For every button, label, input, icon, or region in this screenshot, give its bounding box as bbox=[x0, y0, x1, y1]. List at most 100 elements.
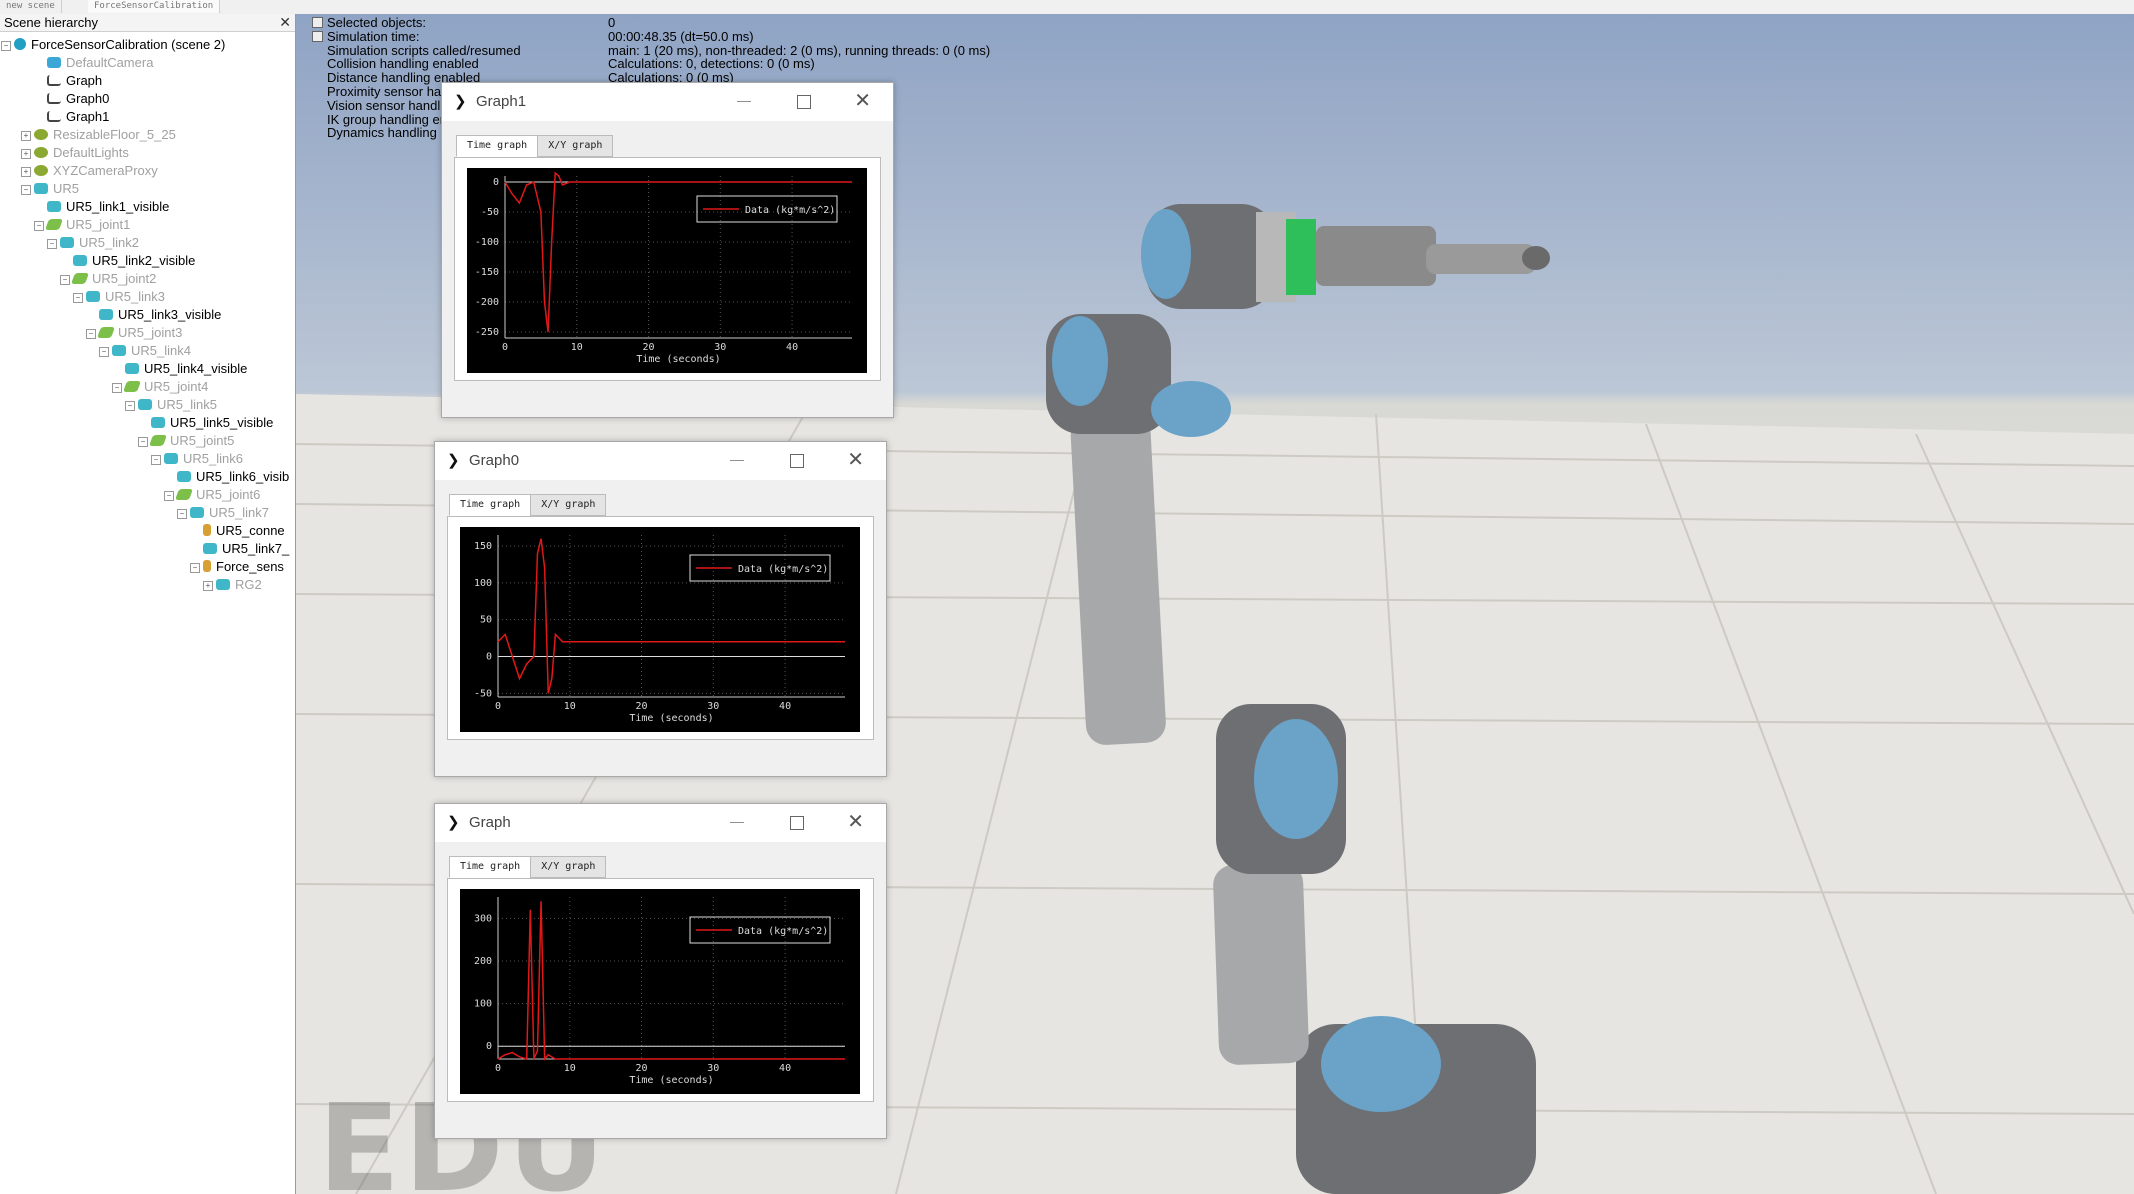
tree-item[interactable]: DefaultCamera bbox=[47, 54, 153, 72]
expand-toggle-icon[interactable]: − bbox=[1, 41, 11, 51]
scene-tabs: new scene ForceSensorCalibration bbox=[0, 0, 2134, 15]
tab-forcesensorcalibration[interactable]: ForceSensorCalibration bbox=[88, 0, 221, 13]
tree-item[interactable]: UR5_link5 bbox=[138, 396, 217, 414]
tree-item[interactable]: UR5_joint3 bbox=[96, 324, 182, 342]
tree-item-label: UR5_link7_ bbox=[222, 541, 290, 556]
expand-toggle-icon[interactable]: − bbox=[125, 401, 135, 411]
tree-item[interactable]: UR5_link6_visib bbox=[177, 468, 289, 486]
tree-item[interactable]: Graph bbox=[47, 72, 102, 90]
expand-toggle-icon[interactable]: − bbox=[190, 563, 200, 573]
expand-toggle-icon[interactable]: + bbox=[21, 149, 31, 159]
tree-item-label: UR5_link6_visib bbox=[196, 469, 290, 484]
tree-item[interactable]: XYZCameraProxy bbox=[34, 162, 158, 180]
tree-item[interactable]: Force_sens bbox=[203, 558, 284, 576]
x-tick-label: 10 bbox=[564, 701, 576, 712]
tree-item[interactable]: UR5_link3 bbox=[86, 288, 165, 306]
tree-item[interactable]: UR5 bbox=[34, 180, 79, 198]
expand-toggle-icon[interactable]: − bbox=[151, 455, 161, 465]
expand-toggle-icon[interactable]: + bbox=[21, 131, 31, 141]
series-line bbox=[504, 171, 852, 333]
expand-toggle-icon[interactable]: − bbox=[47, 239, 57, 249]
shape-icon bbox=[60, 237, 74, 248]
tree-item[interactable]: UR5_joint4 bbox=[122, 378, 209, 396]
expand-toggle-icon[interactable]: − bbox=[138, 437, 148, 447]
tree-item[interactable]: ResizableFloor_5_25 bbox=[34, 126, 176, 144]
x-tick-label: 30 bbox=[707, 1063, 719, 1074]
minimize-icon[interactable]: — bbox=[737, 92, 751, 108]
graph1-window[interactable]: ❯ Graph1 — ✕ Time graph X/Y graph 0 10 20 30… bbox=[441, 82, 894, 418]
tree-item-label: UR5_link4 bbox=[131, 343, 191, 358]
expand-toggle-icon[interactable]: + bbox=[21, 167, 31, 177]
tree-item[interactable]: UR5_link7 bbox=[190, 504, 269, 522]
expand-toggle-icon[interactable]: − bbox=[177, 509, 187, 519]
shape-icon bbox=[47, 201, 61, 212]
graph-window[interactable]: ❯ Graph — ✕ Time graph X/Y graph 0 10 20 30 4… bbox=[434, 803, 887, 1139]
tree-item[interactable]: UR5_joint5 bbox=[148, 432, 234, 450]
tree-item[interactable]: DefaultLights bbox=[34, 144, 129, 162]
tree-item[interactable]: UR5_link5_visible bbox=[151, 414, 273, 432]
plot-area[interactable]: 0 10 20 30 40 0 -50 -100 -150 -200 -250 Time (secon… bbox=[467, 168, 867, 373]
shape-icon bbox=[177, 471, 191, 482]
tree-item[interactable]: UR5_link1_visible bbox=[47, 198, 169, 216]
plot-area[interactable]: 0 10 20 30 40 150 100 50 0 -50 Time (seconds) Data … bbox=[460, 527, 860, 732]
tab-time-graph[interactable]: Time graph bbox=[449, 856, 532, 878]
tree-item-label: Graph0 bbox=[66, 91, 110, 106]
maximize-icon[interactable] bbox=[797, 95, 811, 109]
tab-time-graph[interactable]: Time graph bbox=[456, 135, 539, 157]
tree-item[interactable]: UR5_conne bbox=[203, 522, 285, 540]
expand-toggle-icon[interactable]: + bbox=[203, 581, 213, 591]
window-titlebar[interactable]: ❯ Graph0 — ✕ bbox=[435, 442, 886, 480]
tab-xy-graph[interactable]: X/Y graph bbox=[530, 856, 607, 878]
tab-time-graph[interactable]: Time graph bbox=[449, 494, 532, 516]
y-tick-label: -250 bbox=[475, 327, 499, 338]
expand-toggle-icon[interactable]: − bbox=[86, 329, 96, 339]
chart-legend: Data (kg*m/s^2) bbox=[689, 554, 831, 582]
tree-item[interactable]: Graph0 bbox=[47, 90, 109, 108]
tab-new-scene[interactable]: new scene bbox=[0, 0, 62, 13]
tree-item[interactable]: UR5_link2 bbox=[60, 234, 139, 252]
window-titlebar[interactable]: ❯ Graph — ✕ bbox=[435, 804, 886, 842]
window-title: Graph0 bbox=[469, 452, 520, 469]
tree-item-label: ForceSensorCalibration (scene 2) bbox=[31, 37, 226, 52]
tree-item[interactable]: UR5_joint6 bbox=[174, 486, 260, 504]
expand-toggle-icon[interactable]: − bbox=[164, 491, 174, 501]
tree-item[interactable]: UR5_link7_ bbox=[203, 540, 289, 558]
tree-item[interactable]: UR5_link4 bbox=[112, 342, 191, 360]
maximize-icon[interactable] bbox=[790, 454, 804, 468]
expand-toggle-icon[interactable]: − bbox=[60, 275, 70, 285]
tree-item-label: UR5_conne bbox=[216, 523, 285, 538]
tree-item[interactable]: UR5_link3_visible bbox=[99, 306, 221, 324]
tree-item-label: UR5_link2_visible bbox=[92, 253, 196, 268]
tree-item[interactable]: UR5_link6 bbox=[164, 450, 243, 468]
tree-item[interactable]: ForceSensorCalibration (scene 2) bbox=[14, 36, 225, 54]
minimize-icon[interactable]: — bbox=[730, 451, 744, 467]
expand-toggle-icon[interactable]: − bbox=[99, 347, 109, 357]
close-icon[interactable]: ✕ bbox=[847, 809, 864, 834]
y-tick-label: 150 bbox=[474, 541, 492, 552]
expand-toggle-icon[interactable]: − bbox=[34, 221, 44, 231]
y-tick-label: 100 bbox=[474, 999, 492, 1010]
tab-xy-graph[interactable]: X/Y graph bbox=[530, 494, 607, 516]
minimize-icon[interactable]: — bbox=[730, 813, 744, 829]
maximize-icon[interactable] bbox=[790, 816, 804, 830]
window-titlebar[interactable]: ❯ Graph1 — ✕ bbox=[442, 83, 893, 121]
tree-item[interactable]: UR5_link4_visible bbox=[125, 360, 247, 378]
plot-area[interactable]: 0 10 20 30 40 300 200 100 0 Time (seconds) Data (k… bbox=[460, 889, 860, 1094]
expand-toggle-icon[interactable]: − bbox=[73, 293, 83, 303]
tree-item-label: UR5_joint4 bbox=[144, 379, 209, 394]
tree-item[interactable]: UR5_joint1 bbox=[44, 216, 130, 234]
close-icon[interactable]: ✕ bbox=[279, 14, 291, 31]
expand-toggle-icon[interactable]: − bbox=[112, 383, 122, 393]
tree-item[interactable]: UR5_link2_visible bbox=[73, 252, 195, 270]
toggle-icon[interactable] bbox=[312, 30, 323, 42]
close-icon[interactable]: ✕ bbox=[847, 447, 864, 472]
tree-item[interactable]: RG2 bbox=[216, 576, 262, 594]
toggle-icon[interactable] bbox=[312, 17, 323, 28]
close-icon[interactable]: ✕ bbox=[854, 88, 871, 113]
tree-item[interactable]: UR5_joint2 bbox=[70, 270, 156, 288]
tree-item-label: UR5_link5 bbox=[157, 397, 217, 412]
graph0-window[interactable]: ❯ Graph0 — ✕ Time graph X/Y graph 0 10 20 30… bbox=[434, 441, 887, 777]
tree-item[interactable]: Graph1 bbox=[47, 108, 109, 126]
tab-xy-graph[interactable]: X/Y graph bbox=[537, 135, 614, 157]
expand-toggle-icon[interactable]: − bbox=[21, 185, 31, 195]
